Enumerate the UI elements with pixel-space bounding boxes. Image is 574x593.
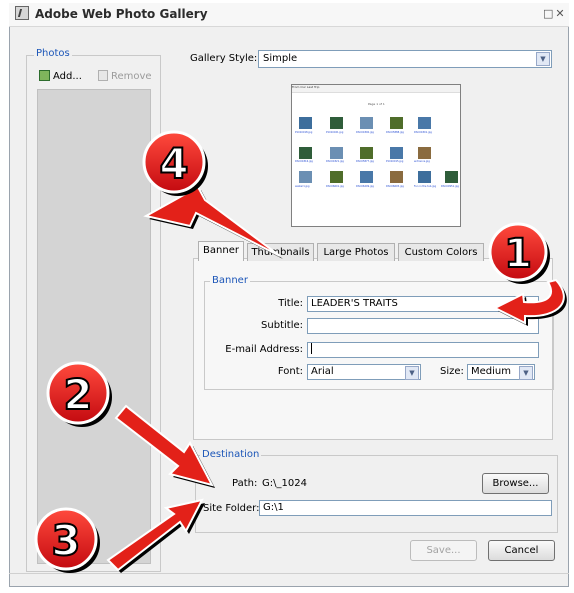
preview-thumbnail <box>330 171 343 183</box>
preview-caption: DSC06299.jpg <box>356 185 374 188</box>
preview-caption: DSC00951.jpg <box>441 185 459 188</box>
preview-caption: DSC01800.jpg <box>356 131 374 134</box>
callout-three: 3 <box>34 507 100 573</box>
preview-thumbnail <box>390 147 403 159</box>
preview-caption: DSC01821.jpg <box>326 160 344 163</box>
callout-four: 4 <box>142 130 208 196</box>
preview-thumbnail <box>299 117 312 129</box>
preview-caption: DSC01816.jpg <box>295 160 313 163</box>
preview-caption: Fun in the tub.jpg <box>414 185 437 188</box>
callout-two: 2 <box>46 361 112 427</box>
preview-caption: DSC06601.jpg <box>326 185 344 188</box>
preview-thumbnail <box>360 147 373 159</box>
preview-thumbnail <box>360 117 373 129</box>
callout-three-number: 3 <box>51 516 80 565</box>
preview-caption: DSC06605.jpg <box>386 185 404 188</box>
preview-caption: DSC05888.jpg <box>386 131 404 134</box>
arrow-three <box>106 498 205 573</box>
preview-caption: DSC01801.jpg <box>414 131 432 134</box>
preview-thumbnail <box>330 117 343 129</box>
preview-caption: P1010021.jpg <box>326 131 344 134</box>
preview-thumbnail <box>299 147 312 159</box>
callout-overlay: 4 1 2 3 <box>34 130 567 573</box>
preview-thumbnail <box>445 171 458 183</box>
preview-caption: P1010015.jpg <box>386 160 404 163</box>
preview-thumbnail <box>360 171 373 183</box>
preview-thumbnail <box>390 117 403 129</box>
preview-thumbnail <box>390 171 403 183</box>
arrow-one <box>492 278 567 326</box>
preview-caption: walker1.jpg <box>295 185 310 188</box>
arrow-two <box>114 404 215 488</box>
preview-caption: entrance.jpg <box>414 160 430 163</box>
preview-thumbnail <box>299 171 312 183</box>
preview-thumbnail <box>418 147 431 159</box>
callout-two-number: 2 <box>63 370 92 419</box>
callout-four-number: 4 <box>159 139 188 188</box>
preview-thumbnail <box>330 147 343 159</box>
preview-thumbnail <box>418 117 431 129</box>
callout-one-number: 1 <box>504 231 532 277</box>
preview-thumbnail <box>418 171 431 183</box>
arrow-four <box>143 185 283 259</box>
preview-caption: DSC05877.jpg <box>356 160 374 163</box>
callout-one: 1 <box>488 222 550 284</box>
preview-caption: P1010018.jpg <box>295 131 313 134</box>
